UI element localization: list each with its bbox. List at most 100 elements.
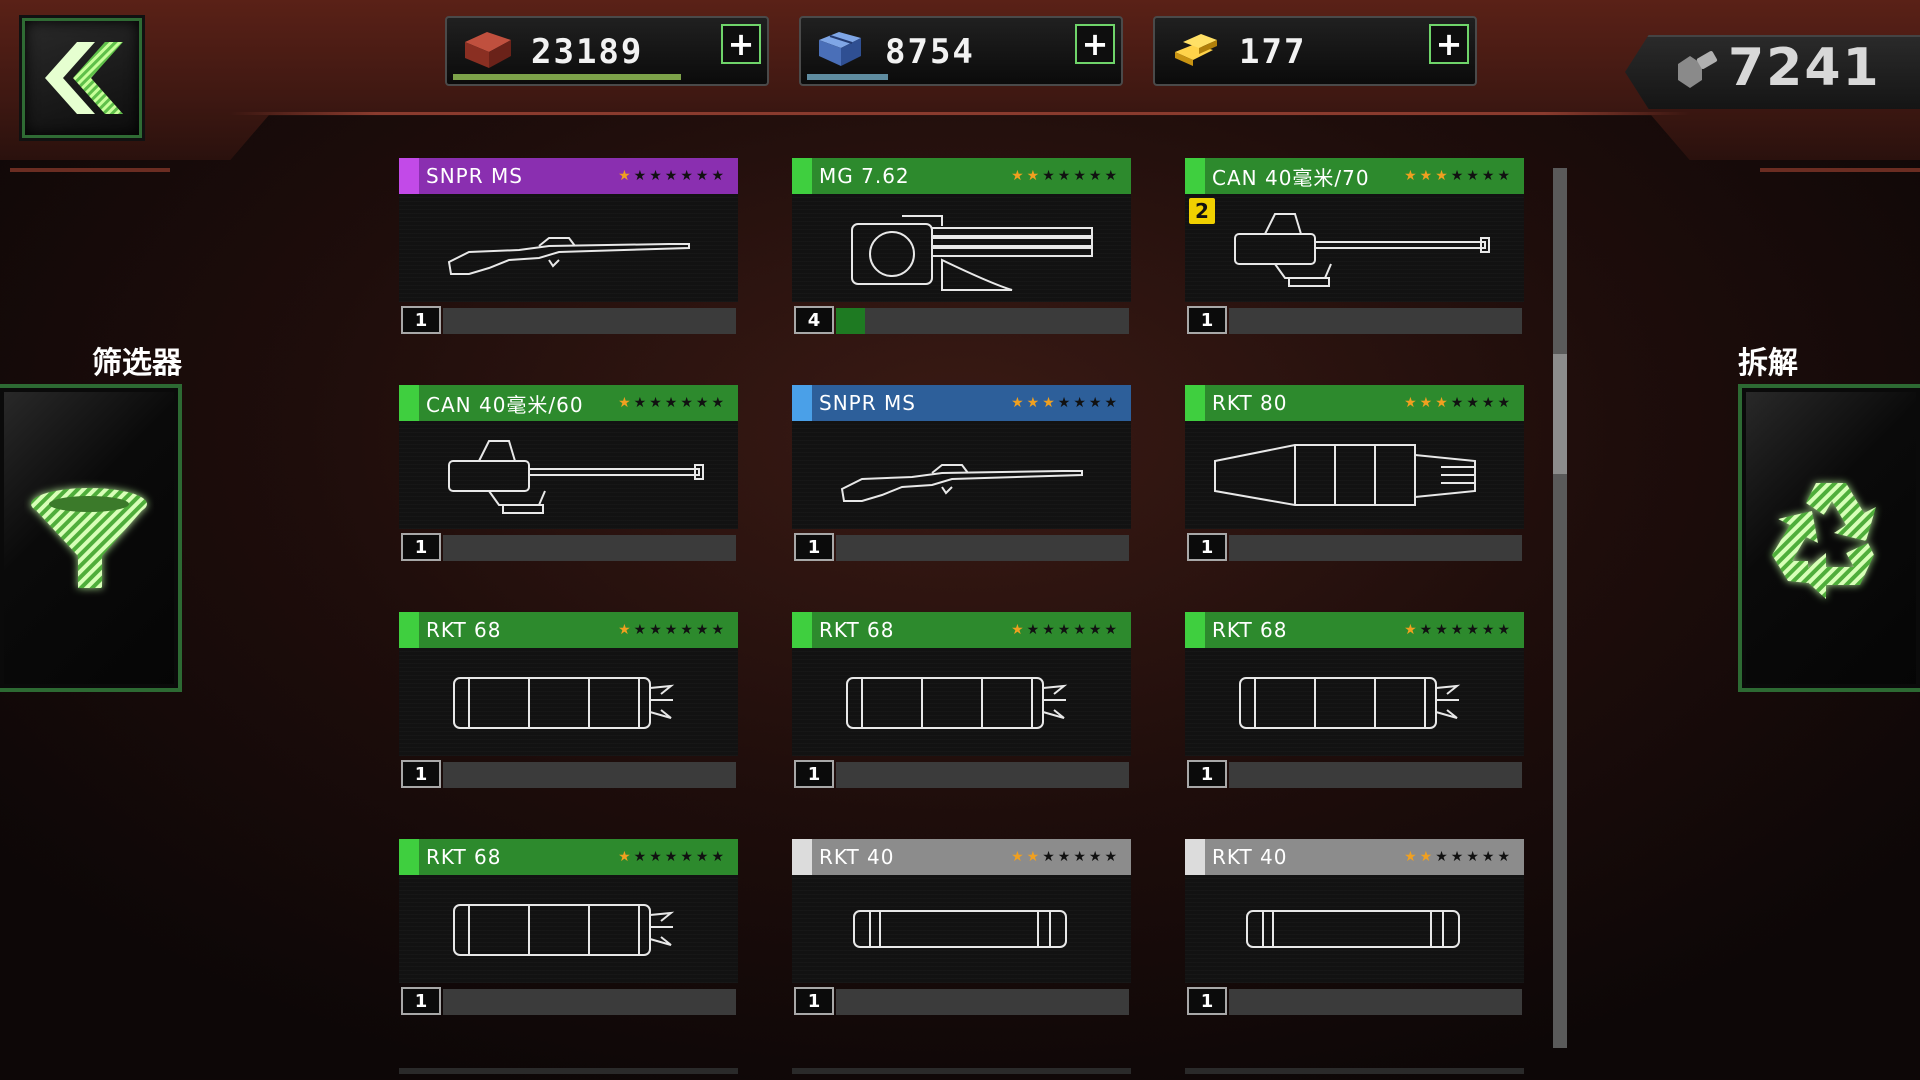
star-empty-icon: ★ — [664, 849, 678, 865]
star-empty-icon: ★ — [1073, 168, 1086, 184]
item-quantity: 1 — [1187, 987, 1227, 1015]
star-filled-icon: ★ — [1419, 168, 1433, 184]
inventory-item-card[interactable]: RKT 68 ★ ★ ★ ★ ★ ★ ★ 1 — [1185, 612, 1524, 788]
inventory-item-card[interactable]: CAN 40毫米/60 ★ ★ ★ ★ ★ ★ ★ 1 — [399, 385, 738, 561]
item-header: RKT 80 ★ ★ ★ ★ ★ ★ ★ — [1185, 385, 1524, 421]
item-header: RKT 68 ★ ★ ★ ★ ★ ★ ★ — [792, 612, 1131, 648]
star-empty-icon: ★ — [633, 395, 647, 411]
item-progress-bar — [1229, 762, 1522, 788]
add-steel-button[interactable]: + — [1075, 24, 1115, 64]
star-empty-icon: ★ — [680, 849, 693, 865]
item-title: RKT 40 — [819, 845, 895, 869]
item-progress-bar — [836, 762, 1129, 788]
inventory-item-card[interactable]: RKT 68 ★ ★ ★ ★ ★ ★ ★ 1 — [399, 839, 738, 1015]
rarity-stripe — [792, 612, 812, 648]
item-progress-fill — [836, 308, 866, 334]
rarity-stripe — [399, 839, 419, 875]
dismantle-label: 拆解 — [1738, 346, 1798, 381]
inventory-item-card[interactable]: RKT 68 ★ ★ ★ ★ ★ ★ ★ 1 — [792, 612, 1131, 788]
star-filled-icon: ★ — [1011, 622, 1024, 638]
item-title: CAN 40毫米/60 — [426, 392, 584, 417]
cannon-icon — [1185, 194, 1524, 302]
star-empty-icon: ★ — [664, 622, 678, 638]
star-filled-icon: ★ — [1435, 168, 1448, 184]
back-button[interactable] — [22, 18, 142, 138]
filter-button[interactable] — [0, 384, 182, 692]
star-empty-icon: ★ — [1073, 395, 1086, 411]
star-filled-icon: ★ — [1042, 395, 1055, 411]
item-star-rating: ★ ★ ★ ★ ★ ★ ★ — [1011, 623, 1117, 637]
add-cash-button[interactable]: + — [721, 24, 761, 64]
star-empty-icon: ★ — [1450, 849, 1464, 865]
star-empty-icon: ★ — [1073, 622, 1086, 638]
star-empty-icon: ★ — [695, 849, 709, 865]
star-filled-icon: ★ — [1026, 849, 1040, 865]
inventory-item-card[interactable]: SNPR MS ★ ★ ★ ★ ★ ★ ★ 1 — [399, 158, 738, 334]
item-star-rating: ★ ★ ★ ★ ★ ★ ★ — [1404, 850, 1510, 864]
rarity-stripe — [399, 385, 419, 421]
score-value: 7241 — [1728, 38, 1881, 98]
star-empty-icon: ★ — [695, 622, 709, 638]
star-empty-icon: ★ — [1497, 395, 1510, 411]
star-empty-icon: ★ — [1497, 849, 1510, 865]
scrollbar-thumb[interactable] — [1553, 354, 1567, 474]
item-progress-bar — [836, 308, 1129, 334]
gold-bars-icon — [1175, 34, 1217, 66]
star-empty-icon: ★ — [649, 849, 662, 865]
star-empty-icon: ★ — [1481, 849, 1495, 865]
item-star-rating: ★ ★ ★ ★ ★ ★ ★ — [618, 169, 724, 183]
add-gold-button[interactable]: + — [1429, 24, 1469, 64]
item-quantity: 1 — [1187, 533, 1227, 561]
inventory-item-card[interactable]: MG 7.62 ★ ★ ★ ★ ★ ★ ★ 4 — [792, 158, 1131, 334]
item-progress-bar — [836, 989, 1129, 1015]
left-divider — [10, 168, 170, 172]
item-progress-bar — [443, 535, 736, 561]
star-filled-icon: ★ — [1404, 168, 1417, 184]
inventory-item-card[interactable]: CAN 40毫米/70 ★ ★ ★ ★ ★ ★ ★ 21 — [1185, 158, 1524, 334]
inventory-item-card[interactable]: RKT 40 ★ ★ ★ ★ ★ ★ ★ 1 — [1185, 839, 1524, 1015]
item-title: SNPR MS — [426, 164, 523, 188]
star-filled-icon: ★ — [1011, 395, 1024, 411]
inventory-item-card[interactable]: RKT 68 ★ ★ ★ ★ ★ ★ ★ 1 — [399, 612, 738, 788]
gatling-gun-icon — [792, 194, 1131, 302]
star-empty-icon: ★ — [1042, 622, 1055, 638]
funnel-icon — [31, 488, 147, 588]
item-count-badge: 2 — [1189, 198, 1215, 224]
star-empty-icon: ★ — [633, 622, 647, 638]
item-star-rating: ★ ★ ★ ★ ★ ★ ★ — [1011, 850, 1117, 864]
inventory-item-card[interactable]: SNPR MS ★ ★ ★ ★ ★ ★ ★ 1 — [792, 385, 1131, 561]
star-empty-icon: ★ — [1104, 395, 1117, 411]
item-header: CAN 40毫米/70 ★ ★ ★ ★ ★ ★ ★ — [1185, 158, 1524, 194]
item-quantity: 1 — [1187, 760, 1227, 788]
rocket-pod-icon — [1185, 648, 1524, 756]
dismantle-button[interactable] — [1738, 384, 1920, 692]
star-empty-icon: ★ — [1104, 849, 1117, 865]
item-title: RKT 68 — [426, 845, 502, 869]
item-star-rating: ★ ★ ★ ★ ★ ★ ★ — [1404, 623, 1510, 637]
star-empty-icon: ★ — [711, 622, 724, 638]
inventory-scrollbar[interactable] — [1553, 168, 1567, 1048]
star-empty-icon: ★ — [1450, 168, 1464, 184]
star-filled-icon: ★ — [618, 168, 631, 184]
star-empty-icon: ★ — [649, 395, 662, 411]
item-header: MG 7.62 ★ ★ ★ ★ ★ ★ ★ — [792, 158, 1131, 194]
star-empty-icon: ★ — [649, 168, 662, 184]
currency-cash: 23189 + — [445, 16, 769, 86]
star-empty-icon: ★ — [1042, 168, 1055, 184]
item-progress-bar — [1229, 535, 1522, 561]
star-empty-icon: ★ — [680, 622, 693, 638]
inventory-item-card[interactable]: RKT 40 ★ ★ ★ ★ ★ ★ ★ 1 — [792, 839, 1131, 1015]
chevron-left-icon — [45, 42, 123, 114]
item-quantity: 1 — [401, 306, 441, 334]
item-progress-bar — [443, 762, 736, 788]
item-progress-bar — [443, 308, 736, 334]
star-empty-icon: ★ — [1466, 168, 1479, 184]
star-empty-icon: ★ — [1450, 622, 1464, 638]
filter-label: 筛选器 — [92, 346, 182, 381]
item-star-rating: ★ ★ ★ ★ ★ ★ ★ — [1404, 396, 1510, 410]
star-empty-icon: ★ — [711, 849, 724, 865]
inventory-item-card[interactable]: RKT 80 ★ ★ ★ ★ ★ ★ ★ 1 — [1185, 385, 1524, 561]
star-empty-icon: ★ — [1057, 849, 1071, 865]
item-header: SNPR MS ★ ★ ★ ★ ★ ★ ★ — [792, 385, 1131, 421]
rarity-stripe — [1185, 158, 1205, 194]
